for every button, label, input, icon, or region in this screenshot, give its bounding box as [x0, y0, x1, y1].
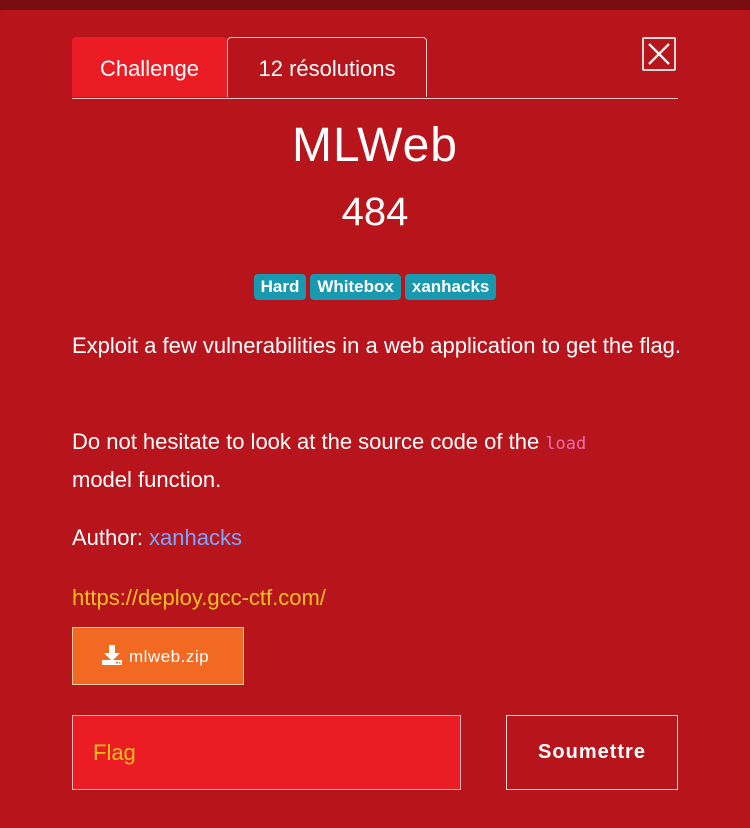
- deploy-link[interactable]: https://deploy.gcc-ctf.com/: [72, 580, 326, 615]
- description-text: Do not hesitate to look at the source co…: [72, 429, 546, 454]
- file-name: mlweb.zip: [129, 647, 210, 666]
- tag-list: Hard Whitebox xanhacks: [2, 274, 748, 300]
- close-button[interactable]: [642, 37, 676, 71]
- tag-badge: Hard: [253, 274, 307, 300]
- challenge-modal: Challenge 12 résolutions MLWeb 484 Hard …: [2, 10, 745, 828]
- download-file-button[interactable]: mlweb.zip: [72, 627, 244, 685]
- submit-button[interactable]: Soumettre: [506, 715, 678, 790]
- description-paragraph: Exploit a few vulnerabilities in a web a…: [72, 333, 682, 358]
- description-text: model function.: [72, 467, 222, 492]
- description-paragraph-source: Do not hesitate to look at the source co…: [72, 424, 682, 497]
- tab-bar: Challenge 12 résolutions: [72, 37, 678, 99]
- flag-input[interactable]: [72, 715, 461, 790]
- author-label: Author:: [72, 525, 150, 550]
- close-icon: [648, 43, 670, 65]
- tab-solves[interactable]: 12 résolutions: [227, 37, 427, 97]
- download-icon: [102, 645, 122, 665]
- tab-challenge[interactable]: Challenge: [72, 37, 227, 97]
- backdrop-strip: [0, 0, 750, 10]
- challenge-title: MLWeb: [292, 119, 458, 172]
- challenge-points: 484: [341, 190, 409, 234]
- author-line: Author: xanhacks: [72, 520, 242, 555]
- tag-badge: xanhacks: [404, 274, 497, 300]
- author-link[interactable]: xanhacks: [149, 525, 242, 550]
- inline-code: load: [545, 434, 587, 454]
- tag-badge: Whitebox: [310, 274, 401, 300]
